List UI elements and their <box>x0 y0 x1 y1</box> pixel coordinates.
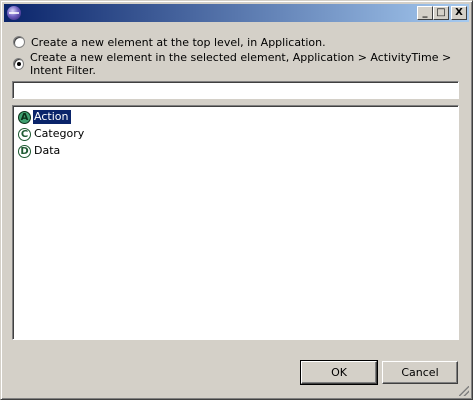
ok-button[interactable]: OK <box>300 360 378 385</box>
dialog-window: _ □ X Create a new element at the top le… <box>0 0 473 400</box>
title-bar[interactable]: _ □ X <box>4 4 469 22</box>
eclipse-app-icon <box>7 6 21 20</box>
cancel-button[interactable]: Cancel <box>382 361 458 384</box>
list-item-data[interactable]: D Data <box>18 143 63 159</box>
category-element-icon: C <box>18 127 31 141</box>
option-top-level-label: Create a new element at the top level, i… <box>31 35 326 49</box>
option-selected-element[interactable]: Create a new element in the selected ele… <box>13 51 472 77</box>
list-item-label: Category <box>34 127 85 140</box>
minimize-button[interactable]: _ <box>417 6 433 20</box>
filter-input[interactable] <box>12 81 459 99</box>
list-item-action[interactable]: A Action <box>18 109 72 125</box>
element-list[interactable]: A Action C Category D Data <box>12 105 459 340</box>
option-top-level[interactable]: Create a new element at the top level, i… <box>13 34 326 50</box>
option-selected-element-label: Create a new element in the selected ele… <box>30 51 452 77</box>
list-item-category[interactable]: C Category <box>18 126 87 142</box>
radio-selected-element[interactable] <box>13 58 25 70</box>
list-item-label: Action <box>33 110 72 124</box>
data-element-icon: D <box>18 144 31 158</box>
radio-top-level[interactable] <box>13 36 25 48</box>
resize-grip[interactable] <box>459 386 469 396</box>
close-button[interactable]: X <box>451 6 467 20</box>
maximize-button[interactable]: □ <box>433 6 449 20</box>
list-item-label: Data <box>34 144 61 157</box>
action-element-icon: A <box>18 110 31 124</box>
